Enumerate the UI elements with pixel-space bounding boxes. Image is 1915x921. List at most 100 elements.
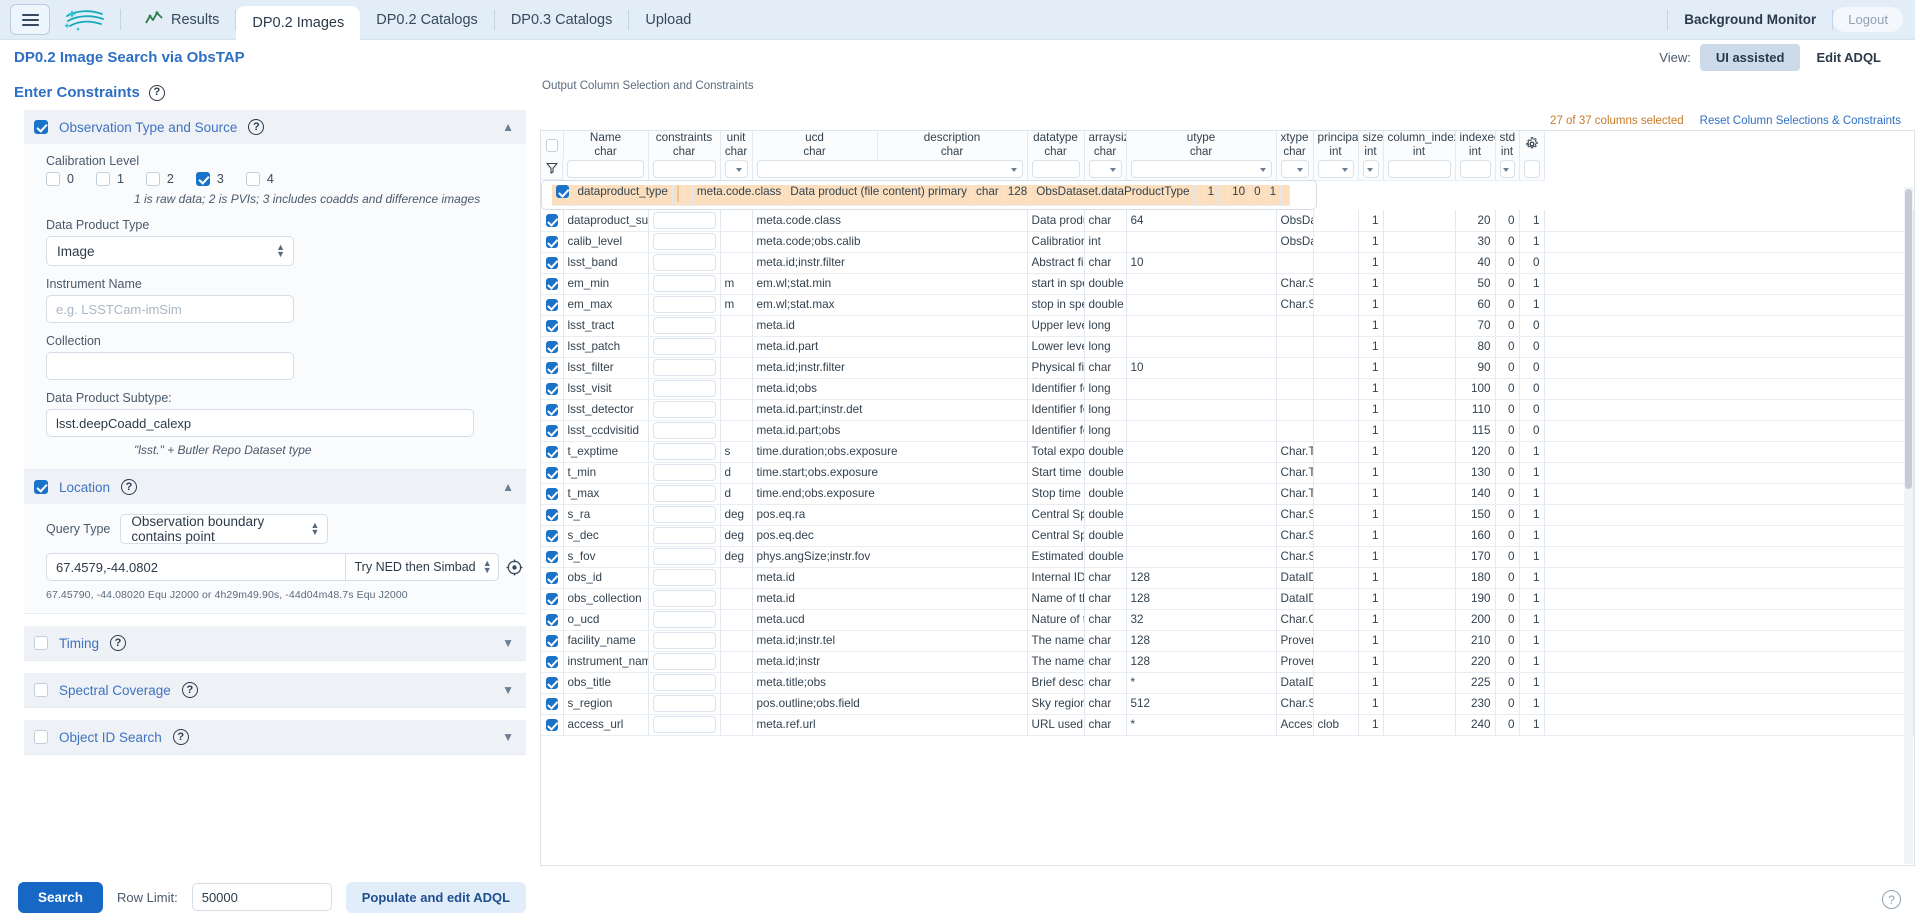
calib-level-0-checkbox[interactable] bbox=[46, 172, 60, 186]
filter-description-box[interactable] bbox=[1032, 160, 1080, 178]
filter-funnel-cell[interactable] bbox=[541, 159, 563, 180]
col-header-description[interactable]: description char bbox=[877, 131, 1027, 159]
col-header-datatype[interactable]: datatype char bbox=[1027, 131, 1084, 159]
table-row[interactable]: calib_levelmeta.code;obs.calibCalibratio… bbox=[541, 231, 1914, 252]
constraint-input[interactable] bbox=[653, 674, 716, 691]
row-select-checkbox[interactable] bbox=[546, 488, 559, 501]
row-select-cell[interactable] bbox=[541, 525, 563, 546]
table-row[interactable]: lsst_ccdvisitidmeta.id.part;obsIdentifie… bbox=[541, 420, 1914, 441]
table-row[interactable]: lsst_tractmeta.idUpper level of LSST coa… bbox=[541, 315, 1914, 336]
filter-size-box[interactable] bbox=[1388, 160, 1451, 178]
cell-constraints[interactable] bbox=[648, 252, 720, 273]
filter-datatype-box[interactable] bbox=[1089, 160, 1122, 178]
constraint-input[interactable] bbox=[653, 212, 716, 229]
table-row[interactable]: obs_idmeta.idInternal ID given by the Ob… bbox=[541, 567, 1914, 588]
cell-constraints[interactable] bbox=[648, 588, 720, 609]
logout-button[interactable]: Logout bbox=[1833, 7, 1903, 32]
row-select-cell[interactable] bbox=[541, 588, 563, 609]
filter-size[interactable] bbox=[1383, 159, 1455, 180]
cell-constraints[interactable] bbox=[648, 357, 720, 378]
calib-level-3[interactable]: 3 bbox=[196, 172, 224, 186]
cell-constraints[interactable] bbox=[648, 525, 720, 546]
row-select-checkbox[interactable] bbox=[546, 593, 559, 606]
tab-dp03-catalogs[interactable]: DP0.3 Catalogs bbox=[495, 0, 629, 40]
calib-level-2-checkbox[interactable] bbox=[146, 172, 160, 186]
filter-datatype[interactable] bbox=[1084, 159, 1126, 180]
table-row[interactable]: s_decdegpos.eq.decCentral Spatial Positi… bbox=[541, 525, 1914, 546]
row-select-checkbox[interactable] bbox=[546, 320, 559, 333]
row-select-checkbox[interactable] bbox=[546, 614, 559, 627]
view-option-edit-adql[interactable]: Edit ADQL bbox=[1800, 44, 1897, 71]
constraint-input[interactable] bbox=[653, 464, 716, 481]
row-select-cell[interactable] bbox=[541, 294, 563, 315]
table-row[interactable]: lsst_detectormeta.id.part;instr.detIdent… bbox=[541, 399, 1914, 420]
cell-constraints[interactable] bbox=[648, 609, 720, 630]
filter-description[interactable] bbox=[1027, 159, 1084, 180]
constraint-input[interactable] bbox=[653, 338, 716, 355]
filter-constraints[interactable] bbox=[648, 159, 720, 180]
table-row[interactable]: dataproduct_typemeta.code.classData prod… bbox=[541, 180, 1317, 210]
cell-constraints[interactable] bbox=[648, 672, 720, 693]
question-mark-icon[interactable]: ? bbox=[173, 729, 189, 745]
cell-constraints[interactable] bbox=[648, 504, 720, 525]
background-monitor-button[interactable]: Background Monitor bbox=[1668, 12, 1832, 27]
table-row[interactable]: access_urlmeta.ref.urlURL used to access… bbox=[541, 714, 1914, 735]
constraint-input[interactable] bbox=[653, 611, 716, 628]
cell-constraints[interactable] bbox=[648, 231, 720, 252]
row-select-checkbox[interactable] bbox=[546, 383, 559, 396]
row-select-cell[interactable] bbox=[541, 441, 563, 462]
row-select-cell[interactable] bbox=[541, 672, 563, 693]
constraint-input[interactable] bbox=[653, 716, 716, 733]
section-checkbox-spectral-coverage[interactable] bbox=[34, 683, 48, 697]
cell-constraints[interactable] bbox=[648, 546, 720, 567]
table-row[interactable]: t_mindtime.start;obs.exposureStart time … bbox=[541, 462, 1914, 483]
filter-xtype-box[interactable] bbox=[1318, 160, 1354, 178]
filter-xtype[interactable] bbox=[1313, 159, 1358, 180]
filter-arraysize[interactable] bbox=[1126, 159, 1276, 180]
constraint-input[interactable] bbox=[653, 254, 716, 271]
row-select-checkbox[interactable] bbox=[546, 362, 559, 375]
section-header-location[interactable]: Location ? ▲ bbox=[24, 470, 526, 504]
row-select-cell[interactable] bbox=[541, 273, 563, 294]
tab-dp02-catalogs[interactable]: DP0.2 Catalogs bbox=[360, 0, 494, 40]
chevron-down-icon[interactable]: ▼ bbox=[502, 636, 514, 650]
cell-constraints[interactable] bbox=[648, 630, 720, 651]
cell-constraints[interactable] bbox=[648, 462, 720, 483]
filter-name[interactable] bbox=[563, 159, 648, 180]
row-select-cell[interactable] bbox=[541, 399, 563, 420]
col-header-principal[interactable]: principal int bbox=[1313, 131, 1358, 159]
col-header-constraints[interactable]: constraints char bbox=[648, 131, 720, 159]
row-select-checkbox[interactable] bbox=[556, 185, 569, 198]
col-header-utype[interactable]: utype char bbox=[1126, 131, 1276, 159]
table-row[interactable]: s_radegpos.eq.raCentral Spatial Position… bbox=[541, 504, 1914, 525]
row-select-cell[interactable] bbox=[541, 714, 563, 735]
calib-level-0[interactable]: 0 bbox=[46, 172, 74, 186]
filter-ucd[interactable] bbox=[752, 159, 1027, 180]
question-mark-icon[interactable]: ? bbox=[182, 682, 198, 698]
row-select-cell[interactable] bbox=[541, 336, 563, 357]
constraint-input[interactable] bbox=[653, 443, 716, 460]
table-row[interactable]: lsst_bandmeta.id;instr.filterAbstract fi… bbox=[541, 252, 1914, 273]
table-row[interactable]: dataproduct_subtmeta.code.classData prod… bbox=[541, 210, 1914, 231]
tab-upload[interactable]: Upload bbox=[629, 0, 707, 40]
cell-constraints[interactable] bbox=[648, 693, 720, 714]
filter-unit[interactable] bbox=[720, 159, 752, 180]
filter-std-box[interactable] bbox=[1524, 160, 1540, 178]
cell-constraints[interactable] bbox=[673, 185, 684, 206]
row-select-checkbox[interactable] bbox=[546, 467, 559, 480]
row-select-checkbox[interactable] bbox=[546, 551, 559, 564]
constraint-input[interactable] bbox=[653, 233, 716, 250]
populate-edit-adql-button[interactable]: Populate and edit ADQL bbox=[346, 882, 526, 913]
resolver-select[interactable]: Try NED then Simbad ▲▼ bbox=[345, 553, 499, 581]
row-select-cell[interactable] bbox=[541, 357, 563, 378]
table-vertical-scrollbar[interactable] bbox=[1904, 187, 1913, 864]
cell-constraints[interactable] bbox=[648, 378, 720, 399]
table-row[interactable]: s_fovdegphys.angSize;instr.fovEstimated … bbox=[541, 546, 1914, 567]
row-select-checkbox[interactable] bbox=[546, 719, 559, 732]
table-row[interactable]: obs_collectionmeta.idName of the data co… bbox=[541, 588, 1914, 609]
table-row[interactable]: t_maxdtime.end;obs.exposureStop time in … bbox=[541, 483, 1914, 504]
constraint-input[interactable] bbox=[653, 695, 716, 712]
constraint-input[interactable] bbox=[653, 527, 716, 544]
row-limit-input[interactable] bbox=[192, 883, 332, 911]
col-header-size[interactable]: size int bbox=[1358, 131, 1383, 159]
